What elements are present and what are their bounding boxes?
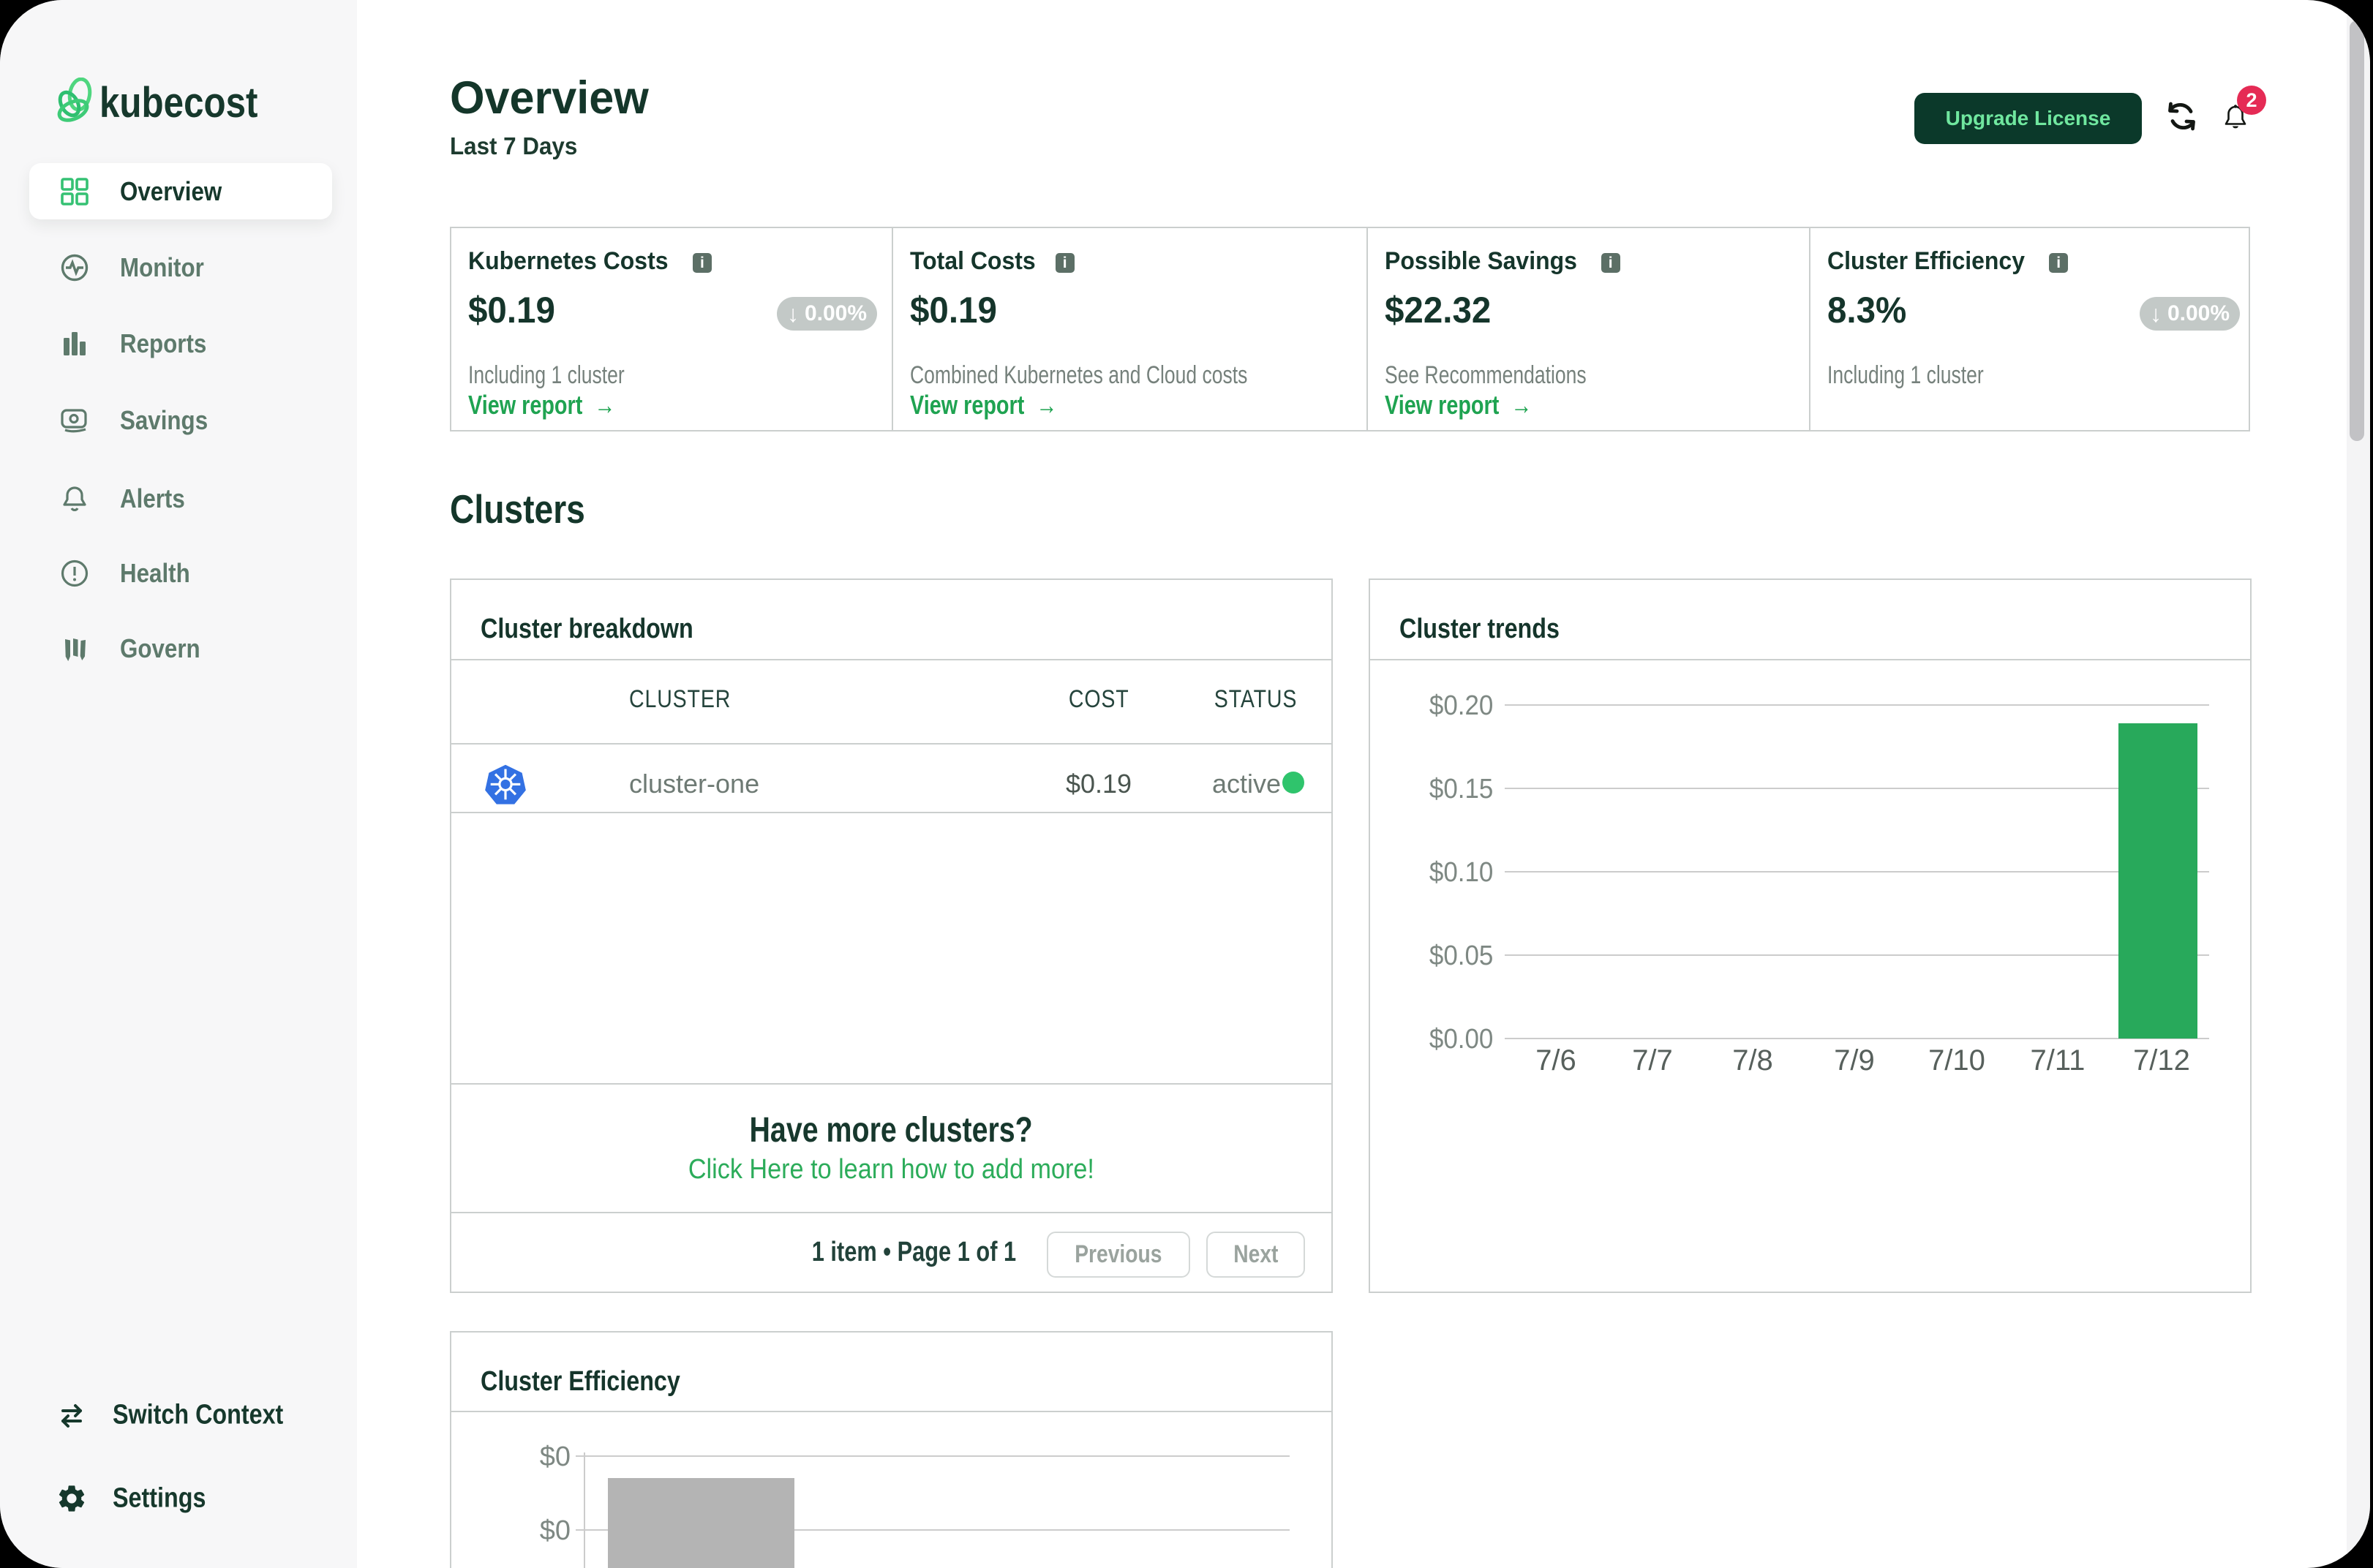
svg-text:7/7: 7/7 [1632,1044,1673,1077]
svg-text:7/10: 7/10 [1928,1044,1985,1077]
svg-text:$0: $0 [540,1515,571,1546]
svg-text:7/12: 7/12 [2133,1044,2190,1077]
svg-text:$0.10: $0.10 [1429,856,1493,888]
svg-text:$0.15: $0.15 [1429,773,1493,804]
svg-text:7/11: 7/11 [2031,1044,2086,1077]
svg-text:7/9: 7/9 [1834,1044,1875,1077]
svg-text:7/8: 7/8 [1732,1044,1773,1077]
svg-text:$0.05: $0.05 [1429,940,1493,971]
svg-text:$0.00: $0.00 [1429,1023,1493,1055]
svg-text:$0.20: $0.20 [1429,690,1493,721]
svg-text:$0: $0 [540,1441,571,1472]
svg-text:7/6: 7/6 [1535,1044,1576,1077]
